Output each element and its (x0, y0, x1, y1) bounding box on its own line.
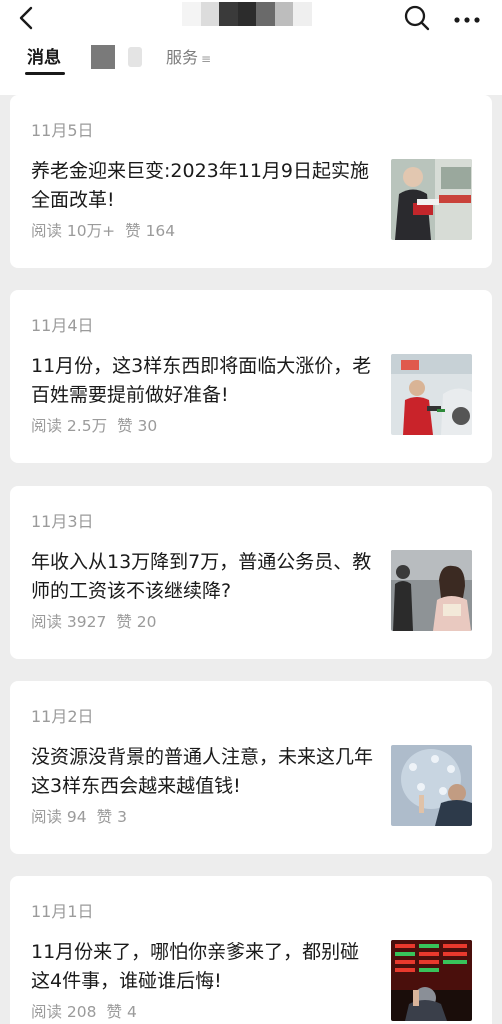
more-horizontal-icon[interactable] (452, 4, 482, 32)
article-stats: 阅读 2.5万赞 30 (31, 414, 157, 436)
read-count: 阅读 2.5万 (31, 417, 108, 435)
thumbnail-image (391, 745, 472, 826)
article-stats: 阅读 10万+ 赞 164 (31, 219, 175, 241)
tab-redacted[interactable] (91, 45, 115, 69)
like-count: 赞 164 (125, 222, 176, 240)
article-thumbnail[interactable] (391, 550, 472, 631)
like-count: 赞 30 (117, 417, 158, 435)
menu-lines-icon: ≡ (201, 52, 212, 66)
article-thumbnail[interactable] (391, 159, 472, 240)
article-headline[interactable]: 11月份，这3样东西即将面临大涨价，老百姓需要提前做好准备! (31, 352, 375, 410)
like-count: 赞 3 (96, 808, 127, 826)
chevron-left-icon[interactable] (14, 4, 42, 32)
article-headline[interactable]: 年收入从13万降到7万，普通公务员、教师的工资该不该继续降? (31, 548, 375, 606)
article-card[interactable]: 11月5日 养老金迎来巨变:2023年11月9日起实施全面改革! 阅读 10万+… (10, 95, 492, 268)
article-stats: 阅读 3927 赞 20 (31, 610, 157, 632)
article-date: 11月2日 (31, 707, 94, 726)
article-card[interactable]: 11月3日 年收入从13万降到7万，普通公务员、教师的工资该不该继续降? 阅读 … (10, 486, 492, 659)
like-count: 赞 20 (116, 613, 157, 631)
thumbnail-image (391, 940, 472, 1021)
search-icon[interactable] (403, 4, 431, 32)
article-date: 11月4日 (31, 316, 94, 335)
account-title-redacted (182, 2, 313, 26)
article-thumbnail[interactable] (391, 354, 472, 435)
article-date: 11月3日 (31, 512, 94, 531)
tab-services[interactable]: 服务 ≡ (166, 46, 211, 70)
article-card[interactable]: 11月2日 没资源没背景的普通人注意，未来这几年这3样东西会越来越值钱! 阅读 … (10, 681, 492, 854)
like-count: 赞 4 (106, 1003, 137, 1021)
thumbnail-image (391, 550, 472, 631)
tab-redacted-label (128, 47, 142, 67)
read-count: 阅读 94 (31, 808, 87, 826)
article-stats: 阅读 208 赞 4 (31, 1000, 137, 1022)
top-bar: 消息 服务 ≡ (0, 0, 502, 95)
article-headline[interactable]: 养老金迎来巨变:2023年11月9日起实施全面改革! (31, 157, 375, 215)
read-count: 阅读 3927 (31, 613, 107, 631)
article-card[interactable]: 11月4日 11月份，这3样东西即将面临大涨价，老百姓需要提前做好准备! 阅读 … (10, 290, 492, 463)
thumbnail-image (391, 354, 472, 435)
read-count: 阅读 10万+ (31, 222, 116, 240)
article-thumbnail[interactable] (391, 745, 472, 826)
read-count: 阅读 208 (31, 1003, 97, 1021)
article-headline[interactable]: 没资源没背景的普通人注意，未来这几年这3样东西会越来越值钱! (31, 743, 375, 801)
tab-messages[interactable]: 消息 (27, 46, 61, 70)
article-headline[interactable]: 11月份来了，哪怕你亲爹来了，都别碰这4件事，谁碰谁后悔! (31, 938, 375, 996)
thumbnail-image (391, 159, 472, 240)
article-date: 11月5日 (31, 121, 94, 140)
article-card[interactable]: 11月1日 11月份来了，哪怕你亲爹来了，都别碰这4件事，谁碰谁后悔! 阅读 2… (10, 876, 492, 1024)
article-date: 11月1日 (31, 902, 94, 921)
tab-services-label: 服务 (166, 48, 199, 67)
article-stats: 阅读 94 赞 3 (31, 805, 127, 827)
article-thumbnail[interactable] (391, 940, 472, 1021)
active-tab-indicator (25, 72, 65, 75)
